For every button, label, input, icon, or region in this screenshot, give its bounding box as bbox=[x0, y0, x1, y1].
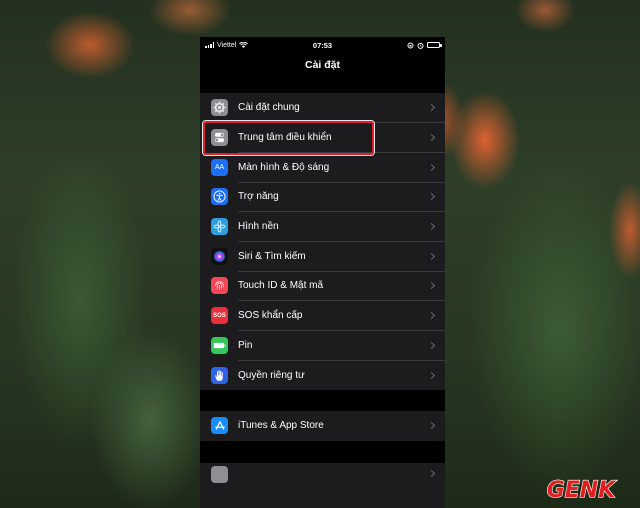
chevron-right-icon bbox=[427, 312, 436, 320]
settings-row-battery[interactable]: Pin bbox=[200, 331, 445, 361]
gear-icon bbox=[211, 99, 228, 117]
settings-row-privacy[interactable]: Quyền riêng tư bbox=[200, 360, 445, 390]
battery-icon bbox=[211, 336, 228, 354]
settings-row-touchid-passcode[interactable]: Touch ID & Mật mã bbox=[200, 271, 445, 301]
settings-row-label: Quyền riêng tư bbox=[238, 369, 305, 381]
app-store-icon bbox=[211, 417, 228, 435]
chevron-right-icon bbox=[427, 422, 436, 430]
settings-row-siri-search[interactable]: Siri & Tìm kiếm bbox=[200, 241, 445, 272]
chevron-right-icon bbox=[427, 282, 436, 290]
hand-icon bbox=[211, 366, 228, 384]
page-title: Cài đặt bbox=[304, 59, 340, 71]
settings-row-label: Cài đặt chung bbox=[238, 102, 300, 114]
settings-row-wallpaper[interactable]: Hình nền bbox=[200, 212, 445, 242]
settings-row-label: Hình nền bbox=[238, 221, 279, 233]
settings-row-label: Màn hình & Độ sáng bbox=[238, 161, 330, 173]
settings-row-itunes-app-store[interactable]: iTunes & App Store bbox=[200, 411, 445, 441]
settings-group-store: iTunes & App Store bbox=[200, 411, 445, 441]
rotation-lock-icon bbox=[407, 41, 414, 49]
settings-row-label: Siri & Tìm kiếm bbox=[238, 250, 306, 262]
svg-text:GENK: GENK bbox=[547, 478, 617, 503]
chevron-right-icon bbox=[427, 469, 436, 478]
key-icon bbox=[211, 466, 228, 483]
wallpaper-flower-icon bbox=[211, 218, 228, 236]
chevron-right-icon bbox=[427, 193, 436, 201]
fingerprint-icon bbox=[211, 277, 228, 295]
settings-row-label: Pin bbox=[238, 339, 253, 351]
chevron-right-icon bbox=[427, 104, 436, 112]
settings-row-label: SOS khẩn cấp bbox=[238, 310, 303, 322]
sos-icon: SOS bbox=[211, 307, 228, 325]
chevron-right-icon bbox=[427, 371, 436, 379]
genk-logo: GENK bbox=[546, 477, 618, 503]
settings-row-general[interactable]: Cài đặt chung bbox=[200, 93, 445, 123]
settings-row-emergency-sos[interactable]: SOS SOS khẩn cấp bbox=[200, 301, 445, 331]
chevron-right-icon bbox=[427, 163, 436, 171]
chevron-right-icon bbox=[427, 252, 436, 260]
accessibility-icon bbox=[211, 188, 228, 206]
settings-row-display-brightness[interactable]: AA Màn hình & Độ sáng bbox=[200, 152, 445, 183]
settings-row-partial[interactable] bbox=[200, 463, 445, 493]
settings-row-label: Trung tâm điều khiển bbox=[238, 132, 332, 144]
toggles-icon bbox=[211, 129, 228, 147]
settings-row-accessibility[interactable]: Trợ năng bbox=[200, 182, 445, 212]
settings-row-label: iTunes & App Store bbox=[238, 420, 324, 432]
settings-row-label: Touch ID & Mật mã bbox=[238, 280, 324, 292]
status-bar: Viettel 07:53 bbox=[200, 37, 445, 53]
settings-row-control-center[interactable]: Trung tâm điều khiển bbox=[200, 123, 445, 153]
settings-group-main: Cài đặt chung Trung tâm điều khiển AA Mà… bbox=[200, 93, 445, 390]
settings-group-accounts bbox=[200, 463, 445, 508]
chevron-right-icon bbox=[427, 341, 436, 349]
phone-screen: Viettel 07:53 Cài đặt Cài đặt chung Trun… bbox=[200, 37, 445, 508]
alarm-icon bbox=[417, 42, 424, 49]
aa-icon: AA bbox=[211, 158, 228, 176]
settings-row-label: Trợ năng bbox=[238, 191, 279, 203]
chevron-right-icon bbox=[427, 133, 436, 142]
battery-status-icon bbox=[427, 42, 442, 48]
chevron-right-icon bbox=[427, 223, 436, 231]
siri-icon bbox=[211, 247, 228, 265]
